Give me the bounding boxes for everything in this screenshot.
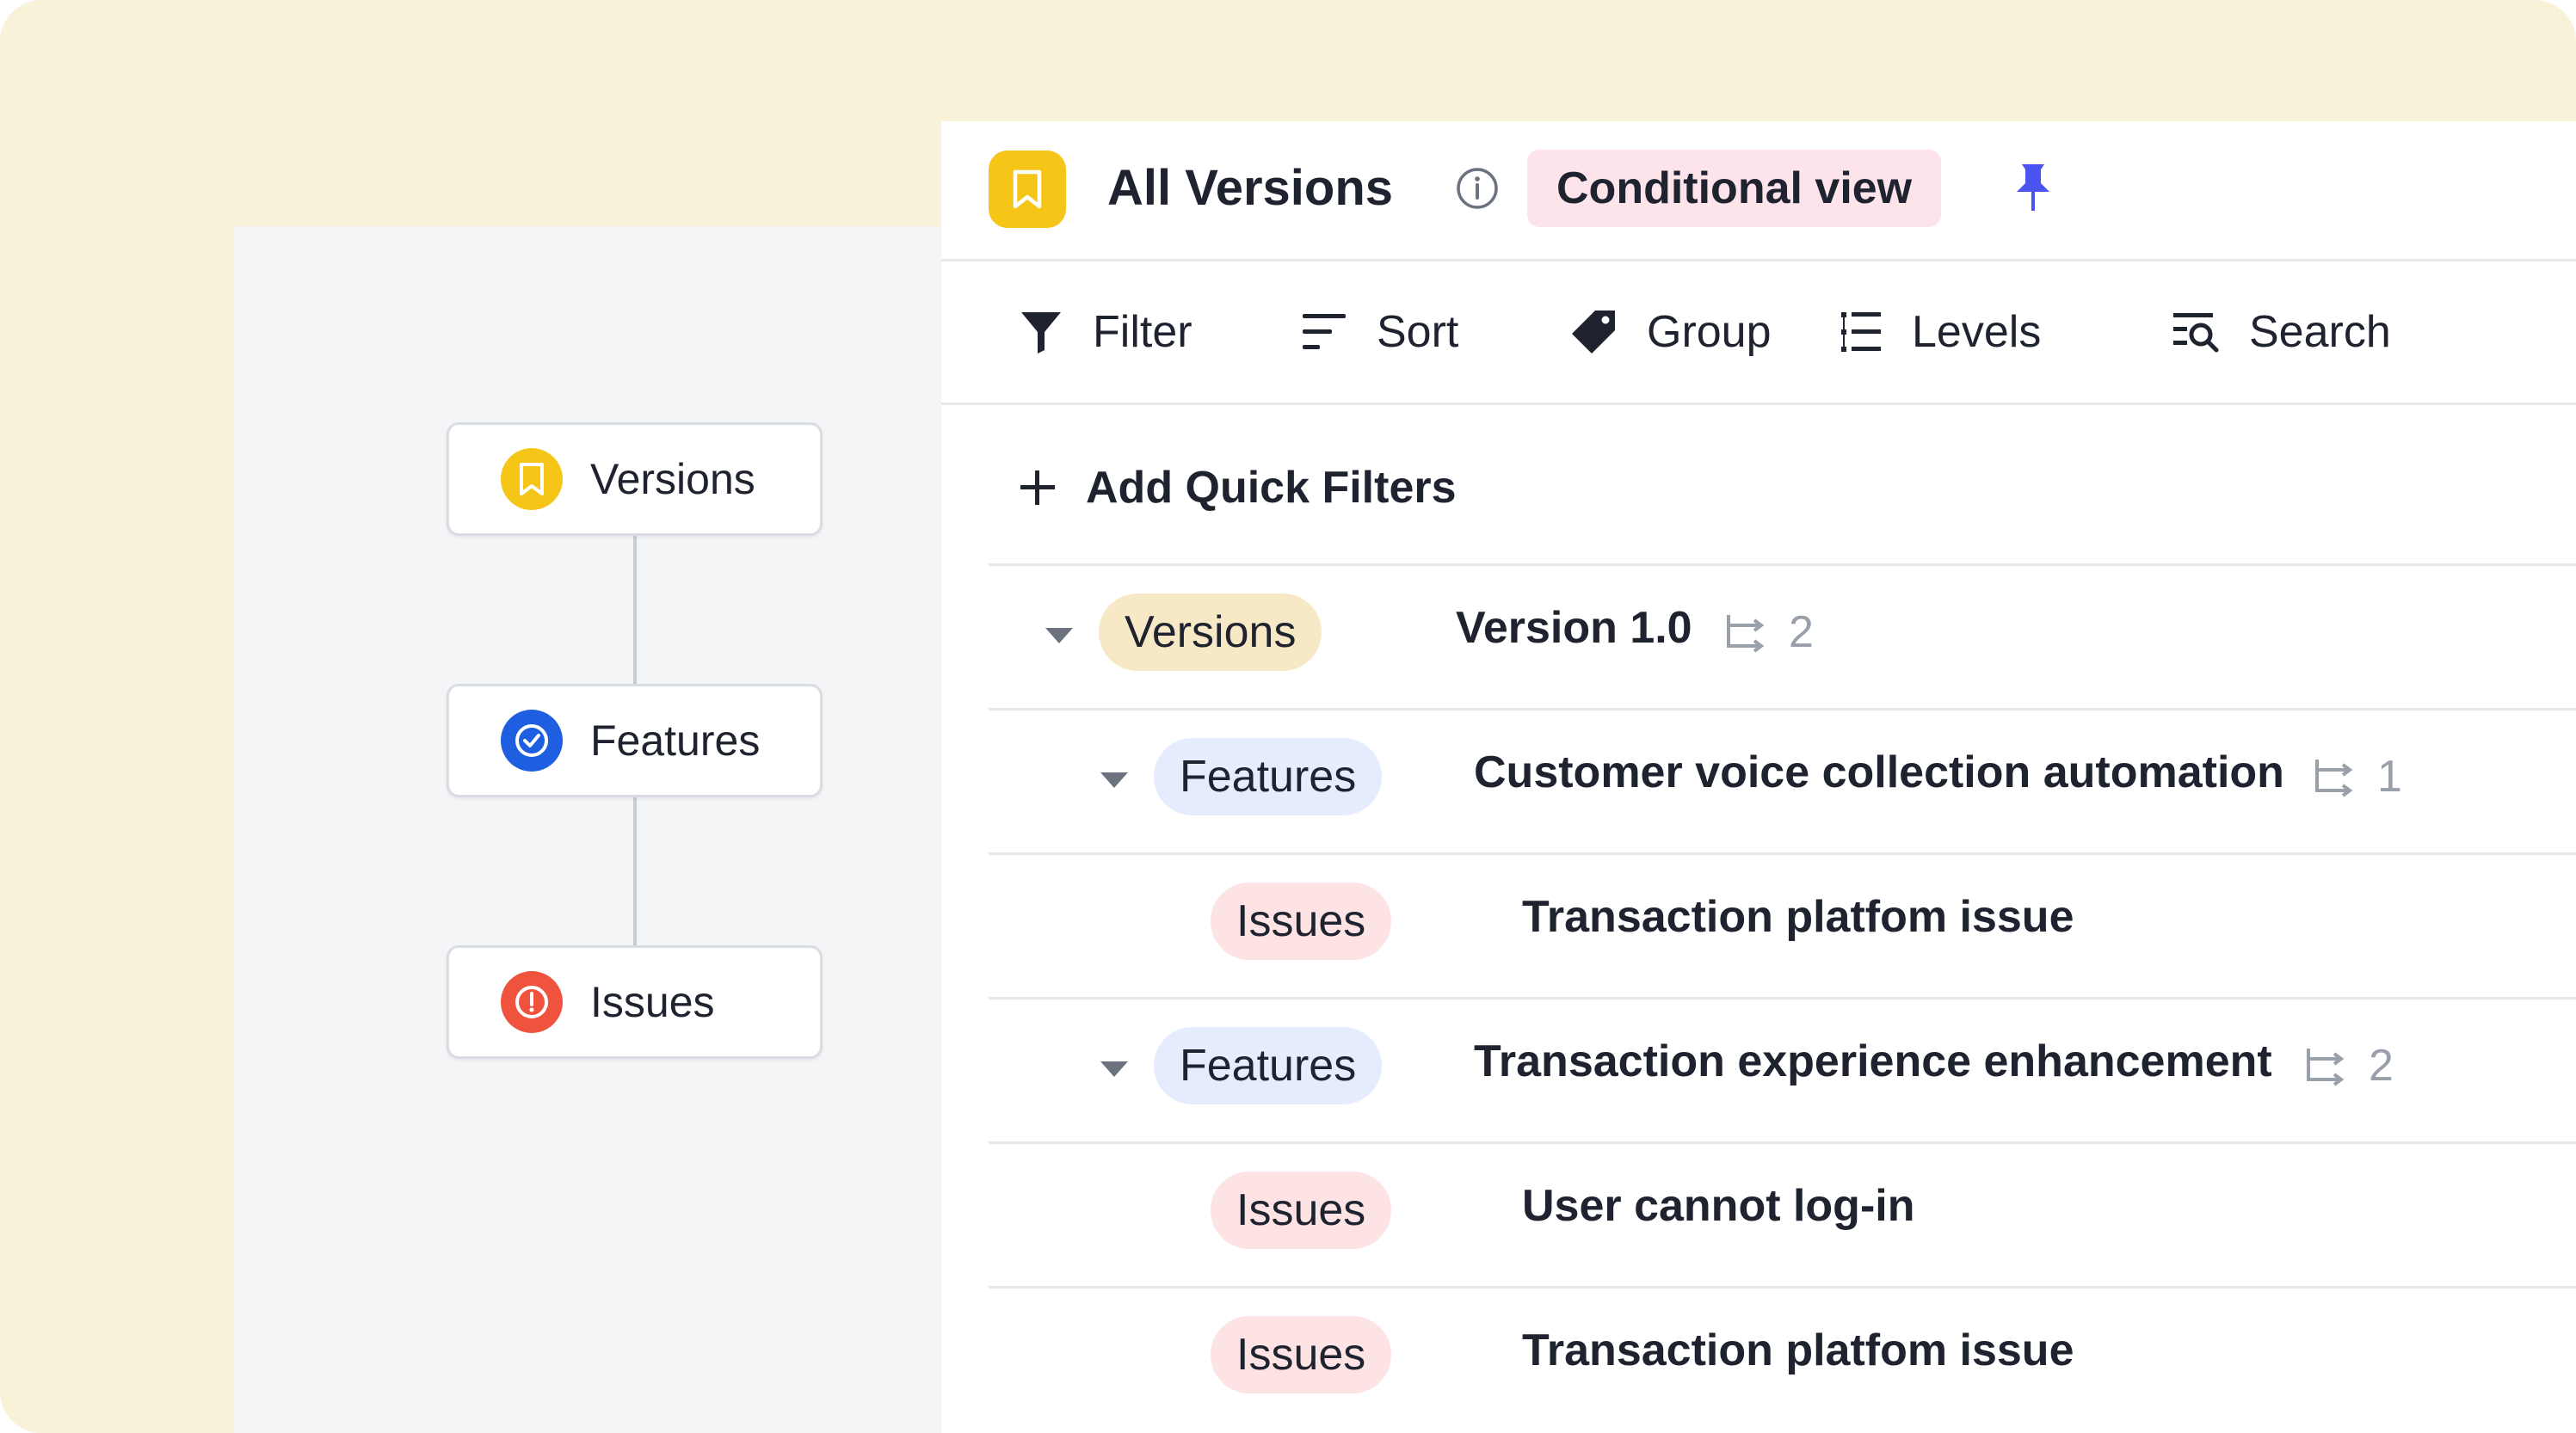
bookmark-icon [989,151,1066,228]
filter-icon [1021,312,1061,354]
info-icon[interactable] [1455,166,1500,211]
search-icon [2173,313,2219,353]
add-quick-filters-label: Add Quick Filters [1086,463,1457,513]
sort-button[interactable]: Sort [1301,304,1458,360]
hierarchy-connector [633,797,637,947]
subitem-count: 1 [2314,747,2402,807]
levels-icon [1841,312,1881,352]
hierarchy-connector [633,536,637,686]
type-pill-features: Features [1154,738,1383,815]
row-title[interactable]: User cannot log-in [1522,1180,1914,1232]
type-pill-issues: Issues [1211,1172,1392,1249]
subitems-icon [1727,615,1765,653]
node-label: Versions [590,455,755,503]
subitem-count: 2 [1725,602,1814,662]
main-panel: All Versions Conditional view Filter Sor… [941,121,2576,1433]
chevron-down-icon[interactable] [1097,1055,1131,1082]
row-title[interactable]: Transaction platfom issue [1522,1325,2074,1376]
table-row[interactable]: Features Transaction experience enhancem… [989,997,2576,1141]
row-title[interactable]: Customer voice collection automation [1474,747,2284,798]
chevron-down-icon[interactable] [1097,766,1131,793]
table-row[interactable]: Issues User cannot log-in [989,1141,2576,1286]
view-header: All Versions Conditional view [941,121,2576,261]
levels-label: Levels [1912,307,2042,357]
type-pill-versions: Versions [1099,593,1322,671]
table-row[interactable]: Versions Version 1.0 2 [989,563,2576,708]
node-label: Features [590,716,761,765]
filter-button[interactable]: Filter [1019,304,1192,360]
check-circle-icon [501,710,563,772]
toolbar: Filter Sort Group Levels Search [941,261,2576,405]
table-row[interactable]: Issues Transaction platfom issue [989,1286,2576,1430]
type-pill-issues: Issues [1211,883,1392,960]
hierarchy-panel [234,226,941,1433]
filter-label: Filter [1093,307,1192,357]
app-frame: Versions Features Issues All Versions Co… [0,0,2576,1433]
page-title: All Versions [1107,160,1394,216]
hierarchy-node-issues[interactable]: Issues [447,945,823,1059]
row-title[interactable]: Transaction experience enhancement [1474,1036,2272,1087]
node-label: Issues [590,978,715,1026]
search-label: Search [2249,307,2391,357]
search-button[interactable]: Search [2172,304,2391,360]
pin-icon[interactable] [2012,161,2055,214]
group-button[interactable]: Group [1569,304,1772,360]
alert-circle-icon [501,971,563,1033]
subitems-icon [2307,1049,2345,1086]
table-row[interactable]: Features Customer voice collection autom… [989,708,2576,852]
sort-label: Sort [1377,307,1459,357]
row-title[interactable]: Transaction platfom issue [1522,891,2074,943]
hierarchy-node-versions[interactable]: Versions [447,422,823,536]
bookmark-icon [501,448,563,510]
row-title[interactable]: Version 1.0 [1456,602,1692,654]
levels-button[interactable]: Levels [1840,304,2041,360]
plus-icon [1020,470,1055,505]
conditional-view-badge[interactable]: Conditional view [1527,150,1942,227]
sort-icon [1303,314,1346,349]
group-label: Group [1647,307,1772,357]
table-row[interactable]: Issues Transaction platfom issue [989,852,2576,997]
add-quick-filters-button[interactable]: Add Quick Filters [1019,458,1457,518]
tag-icon [1572,311,1615,354]
subitem-count: 2 [2305,1036,2394,1096]
subitems-icon [2315,760,2353,797]
chevron-down-icon[interactable] [1042,621,1076,649]
type-pill-features: Features [1154,1027,1383,1104]
hierarchy-node-features[interactable]: Features [447,684,823,797]
type-pill-issues: Issues [1211,1316,1392,1393]
